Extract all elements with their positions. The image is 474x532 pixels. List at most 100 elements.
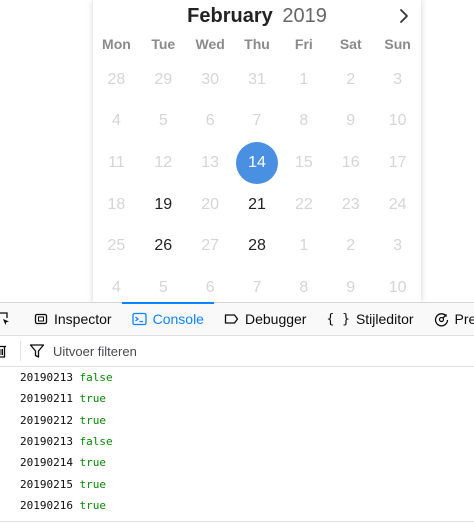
calendar-day: 30 [187, 59, 234, 101]
calendar-day-number: 11 [108, 153, 125, 171]
calendar-day-grid: 28 29 30 31 1 2 3 4 5 6 7 8 9 10 11 12 13 14 15 16 17 18 19 20 2… [93, 59, 421, 303]
console-output: 20190213 false 20190211 true 20190212 true 201… [0, 367, 474, 532]
calendar-day: 5 [140, 267, 187, 303]
calendar-day-number: 4 [111, 112, 121, 130]
calendar-day-number: 20 [201, 195, 220, 213]
calendar-day: 4 [93, 101, 140, 143]
calendar-day: 9 [327, 101, 374, 143]
log-boolean-value: true [79, 392, 106, 406]
calendar-day: 7 [234, 267, 281, 303]
calendar-day-number: 3 [393, 70, 403, 88]
calendar-day: 18 [93, 184, 140, 226]
log-date-value: 20190213 [20, 371, 73, 385]
weekday-label: Tue [151, 36, 176, 52]
clear-console-button[interactable] [0, 336, 10, 366]
tab-label: Console [152, 311, 204, 327]
calendar-day-number: 8 [299, 112, 309, 130]
calendar-day: 29 [140, 59, 187, 101]
calendar-day: 16 [327, 142, 374, 184]
log-date-value: 20190213 [20, 435, 73, 449]
tab-label: Debugger [244, 311, 307, 327]
calendar-day-number: 9 [346, 112, 356, 130]
calendar-day[interactable]: 21 [234, 184, 281, 226]
calendar-day-number: 6 [205, 112, 215, 130]
next-month-button[interactable] [395, 6, 413, 26]
weekday-label: Sun [384, 36, 411, 52]
calendar-day[interactable]: 19 [140, 184, 187, 226]
log-boolean-value: false [79, 371, 113, 385]
calendar-day: 8 [280, 101, 327, 143]
calendar-month: February [187, 5, 273, 27]
calendar-day: 8 [280, 267, 327, 303]
weekday-label: Sat [339, 36, 362, 52]
log-boolean-value: false [79, 435, 113, 449]
calendar-day: 17 [374, 142, 421, 184]
calendar-day-number: 14 [248, 153, 266, 171]
calendar-day-number: 3 [393, 237, 403, 255]
log-boolean-value: true [79, 477, 106, 491]
calendar-day: 22 [280, 184, 327, 226]
tab-style-editor[interactable]: { } Stijleditor [316, 303, 423, 335]
tab-inspector[interactable]: Inspector [24, 303, 122, 335]
weekday-label: Mon [102, 36, 131, 52]
calendar-day: 6 [187, 267, 234, 303]
calendar-day-number: 15 [294, 153, 313, 171]
calendar-day-number: 17 [388, 153, 407, 171]
filter-icon [29, 343, 45, 359]
screen: February 2019 Mon Tue Wed Thu Fri Sat Sun 28 29… [0, 0, 474, 532]
calendar-day[interactable]: 28 [234, 225, 281, 267]
calendar-day-number: 6 [205, 278, 215, 296]
log-boolean-value: true [79, 456, 106, 470]
calendar-day: 12 [140, 142, 187, 184]
calendar-header: February 2019 [93, 2, 421, 30]
calendar-day: 24 [374, 184, 421, 226]
calendar-day-number: 24 [388, 195, 407, 213]
calendar-day-number: 2 [346, 237, 356, 255]
tab-label: Stijleditor [355, 311, 414, 327]
console-log-row: 20190216 true [0, 495, 474, 516]
tab-console[interactable]: Console [121, 302, 215, 335]
calendar-day-number: 1 [299, 237, 309, 255]
calendar-day: 1 [280, 59, 327, 101]
calendar-day-number: 2 [346, 70, 356, 88]
calendar-day-number: 28 [248, 237, 266, 255]
calendar-day[interactable]: 26 [140, 225, 187, 267]
tab-debugger[interactable]: Debugger [214, 303, 317, 335]
calendar-day-number: 23 [341, 195, 360, 213]
tab-performance[interactable]: Prestaties [424, 303, 474, 335]
devtools-tabbar: Inspector Console Debugger {} Stijledit… [0, 302, 474, 336]
weekday-header-row: Mon Tue Wed Thu Fri Sat Sun [93, 34, 421, 54]
calendar-day: 10 [374, 101, 421, 143]
calendar-day-number: 29 [154, 70, 173, 88]
console-log-row: 20190213 false [0, 431, 474, 452]
calendar-day: 2 [327, 225, 374, 267]
weekday-label: Thu [244, 36, 270, 52]
calendar-day: 5 [140, 101, 187, 143]
calendar-day-number: 19 [154, 195, 173, 213]
date-picker-calendar: February 2019 Mon Tue Wed Thu Fri Sat Sun 28 29… [93, 0, 421, 303]
performance-icon [434, 312, 449, 327]
calendar-day: 7 [234, 101, 281, 143]
log-date-value: 20190214 [20, 456, 73, 470]
calendar-day-number: 9 [346, 278, 356, 296]
calendar-day-selected[interactable]: 14 [234, 142, 281, 184]
console-input-divider [0, 521, 474, 522]
console-log-row: 20190214 true [0, 452, 474, 473]
calendar-day: 28 [93, 59, 140, 101]
calendar-day: 10 [374, 267, 421, 303]
calendar-day-number: 18 [107, 195, 126, 213]
filter-output-input[interactable] [53, 343, 393, 359]
calendar-day-number: 12 [154, 153, 173, 171]
calendar-day-number: 5 [158, 278, 168, 296]
calendar-day-number: 5 [158, 112, 168, 130]
calendar-day-number: 13 [201, 153, 220, 171]
element-picker-button[interactable] [0, 303, 16, 335]
tab-label: Prestaties [454, 311, 474, 327]
calendar-day: 15 [280, 142, 327, 184]
calendar-day-number: 4 [111, 278, 121, 296]
calendar-day-number: 10 [388, 112, 407, 130]
calendar-day: 2 [327, 59, 374, 101]
trash-icon [0, 345, 6, 358]
chevron-right-icon [400, 9, 408, 23]
calendar-day: 31 [234, 59, 281, 101]
